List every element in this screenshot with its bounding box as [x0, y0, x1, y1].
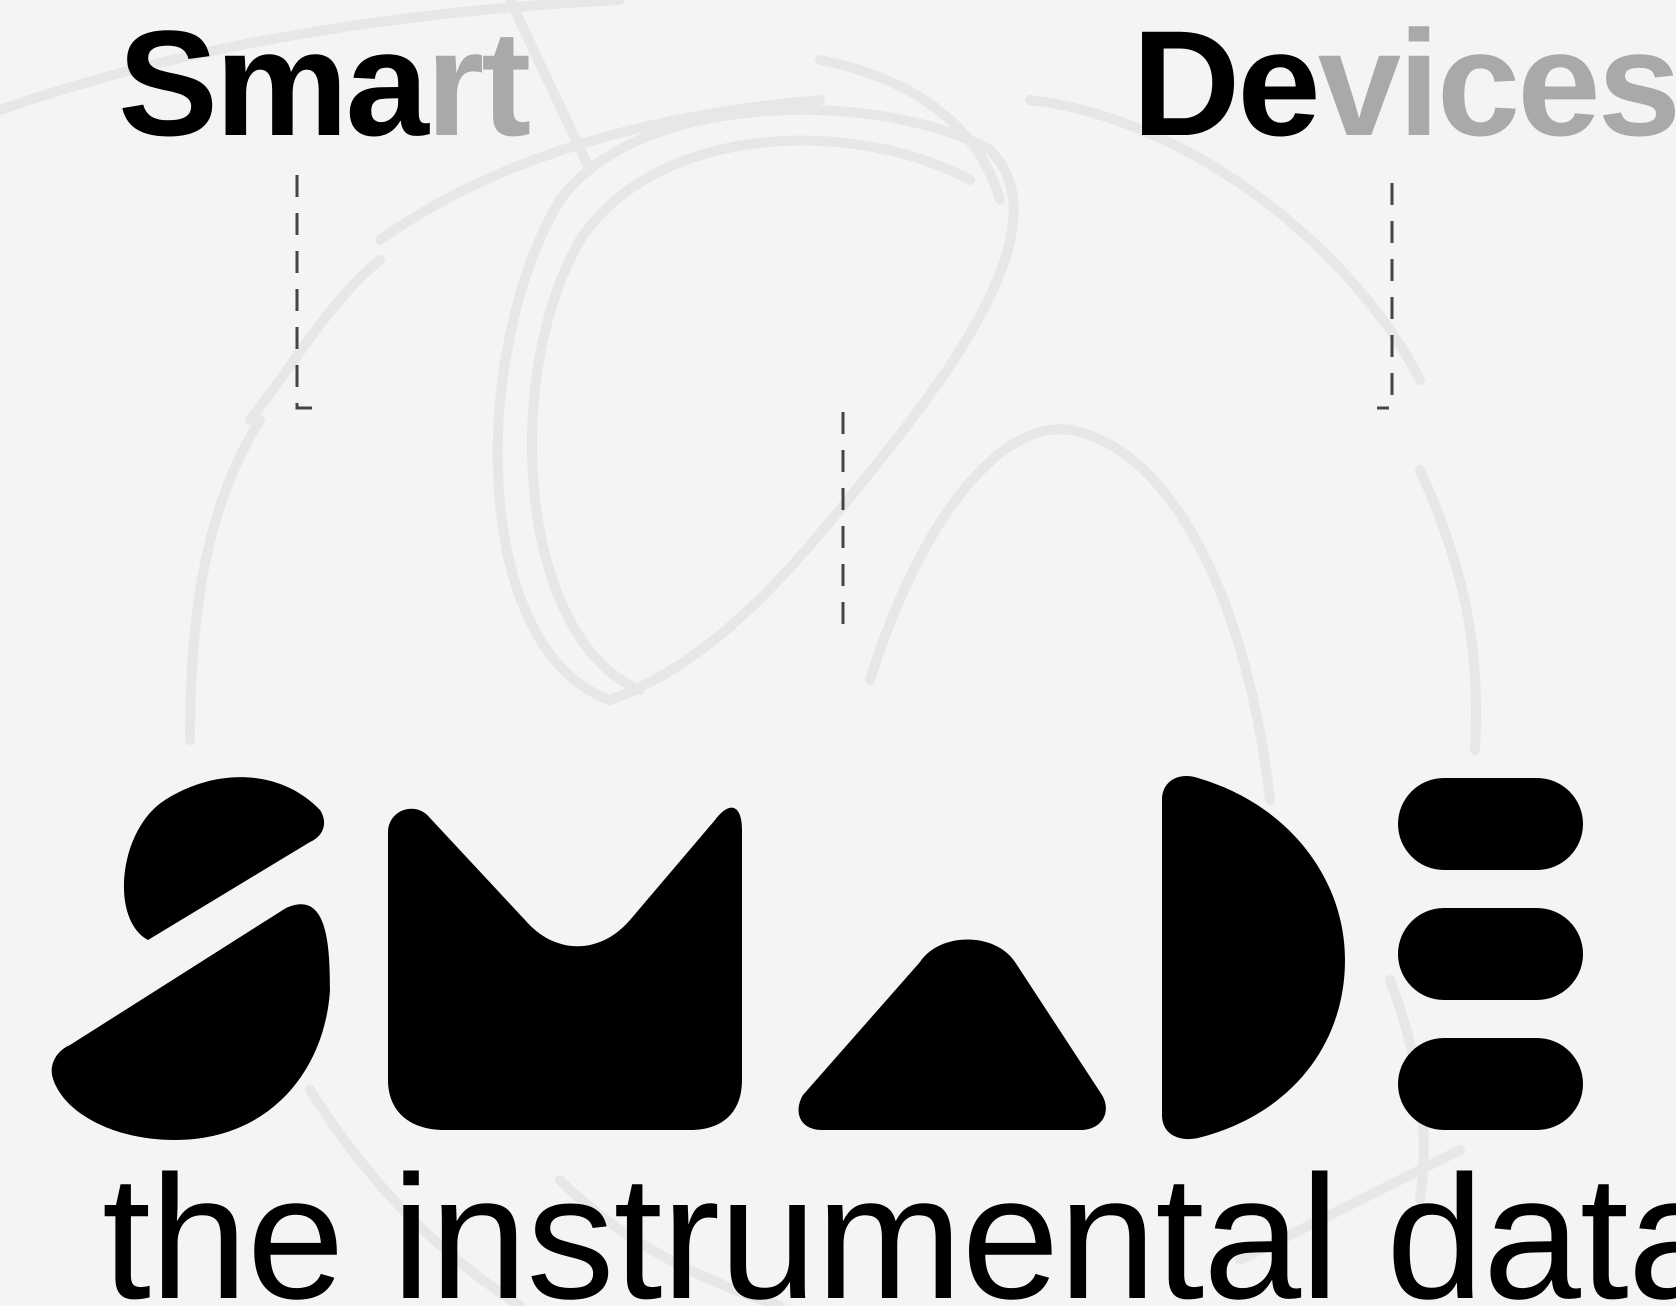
logo-letter-a — [798, 939, 1106, 1130]
smade-logo — [51, 776, 1583, 1140]
logo-canvas: Smart Devices the instrumental data — [0, 0, 1676, 1306]
logo-tagline: the instrumental data — [102, 1140, 1676, 1306]
logo-letter-e-bar-bottom — [1398, 1038, 1583, 1130]
logo-letter-m — [388, 807, 742, 1130]
logo-letter-e-bar-top — [1398, 778, 1583, 870]
logo-letter-e-bar-middle — [1398, 908, 1583, 1000]
logo-letter-s-bottom — [51, 904, 330, 1140]
logo-letter-d — [1162, 776, 1345, 1140]
